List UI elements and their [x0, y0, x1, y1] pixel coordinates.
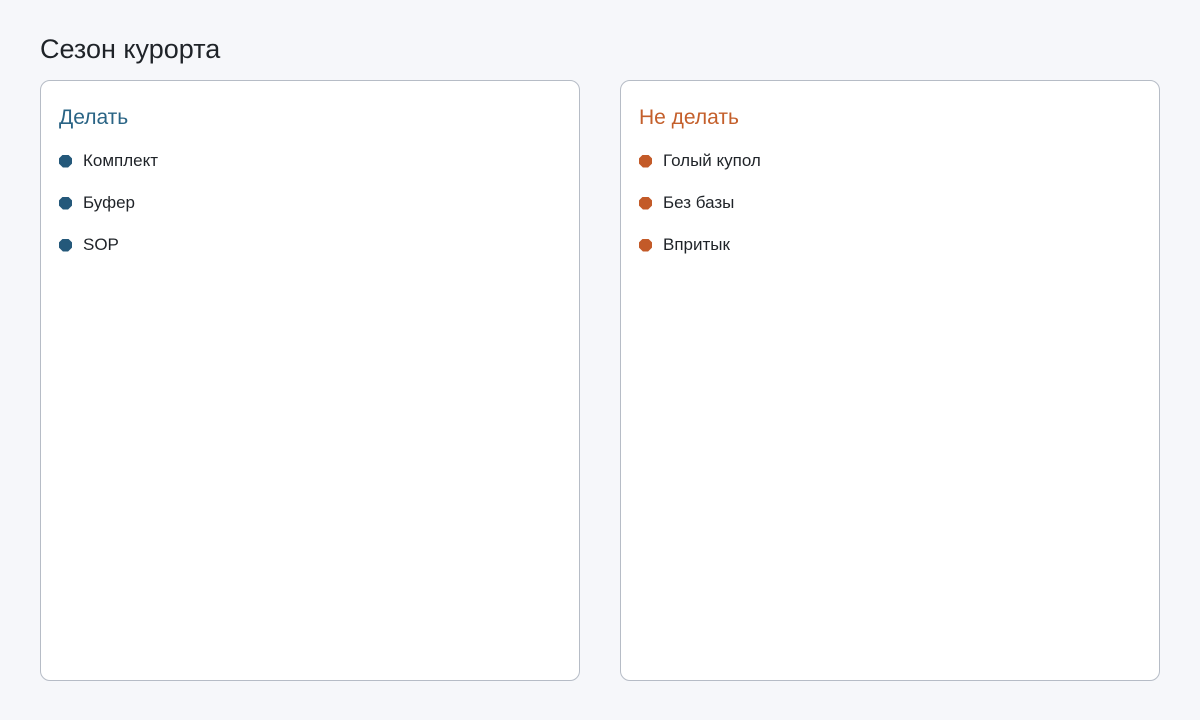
page-title: Сезон курорта [40, 34, 221, 64]
list-item-label: Голый купол [663, 151, 761, 170]
do-card: Делать Комплект Буфер SOP [40, 80, 580, 681]
dont-card-title: Не делать [639, 106, 739, 129]
list-item: Голый купол [639, 151, 1141, 171]
list-item: Впритык [639, 235, 1141, 255]
bullet-icon [59, 154, 72, 168]
bullet-icon [639, 196, 652, 210]
bullet-icon [639, 154, 652, 168]
list-item-label: SOP [83, 235, 119, 254]
bullet-icon [59, 238, 72, 252]
list-item-label: Комплект [83, 151, 159, 170]
list-item-label: Буфер [83, 193, 135, 212]
list-item: Без базы [639, 193, 1141, 213]
dont-card: Не делать Голый купол Без базы Впритык [620, 80, 1160, 681]
list-item: SOP [59, 235, 561, 255]
list-item: Буфер [59, 193, 561, 213]
bullet-icon [59, 196, 72, 210]
do-card-title: Делать [59, 106, 129, 129]
list-item-label: Впритык [663, 235, 730, 254]
list-item-label: Без базы [663, 193, 735, 212]
list-item: Комплект [59, 151, 561, 171]
bullet-icon [639, 238, 652, 252]
